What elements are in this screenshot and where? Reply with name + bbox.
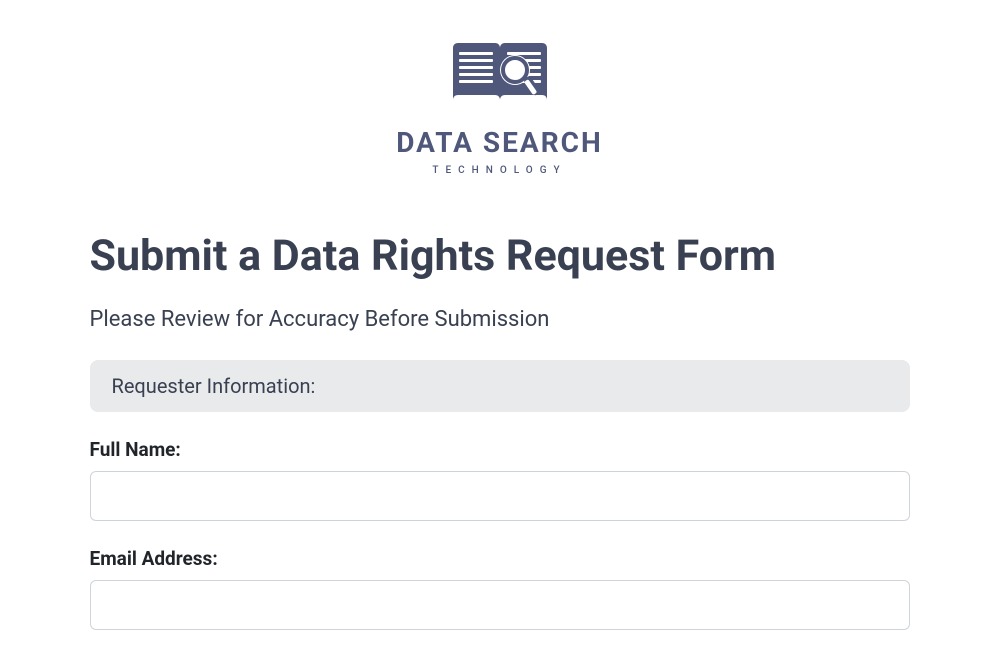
brand-name: DATA SEARCH bbox=[90, 126, 910, 159]
book-search-icon bbox=[445, 40, 555, 116]
form-container: DATA SEARCH TECHNOLOGY Submit a Data Rig… bbox=[90, 0, 910, 630]
section-requester-info: Requester Information: bbox=[90, 360, 910, 412]
input-email[interactable] bbox=[90, 580, 910, 630]
form-group-full-name: Full Name: bbox=[90, 438, 910, 521]
form-group-email: Email Address: bbox=[90, 547, 910, 630]
label-email: Email Address: bbox=[90, 547, 910, 570]
logo-area: DATA SEARCH TECHNOLOGY bbox=[90, 40, 910, 176]
label-full-name: Full Name: bbox=[90, 438, 910, 461]
brand-sub: TECHNOLOGY bbox=[90, 165, 910, 176]
page-subtitle: Please Review for Accuracy Before Submis… bbox=[90, 307, 910, 332]
input-full-name[interactable] bbox=[90, 471, 910, 521]
page-title: Submit a Data Rights Request Form bbox=[90, 231, 910, 283]
